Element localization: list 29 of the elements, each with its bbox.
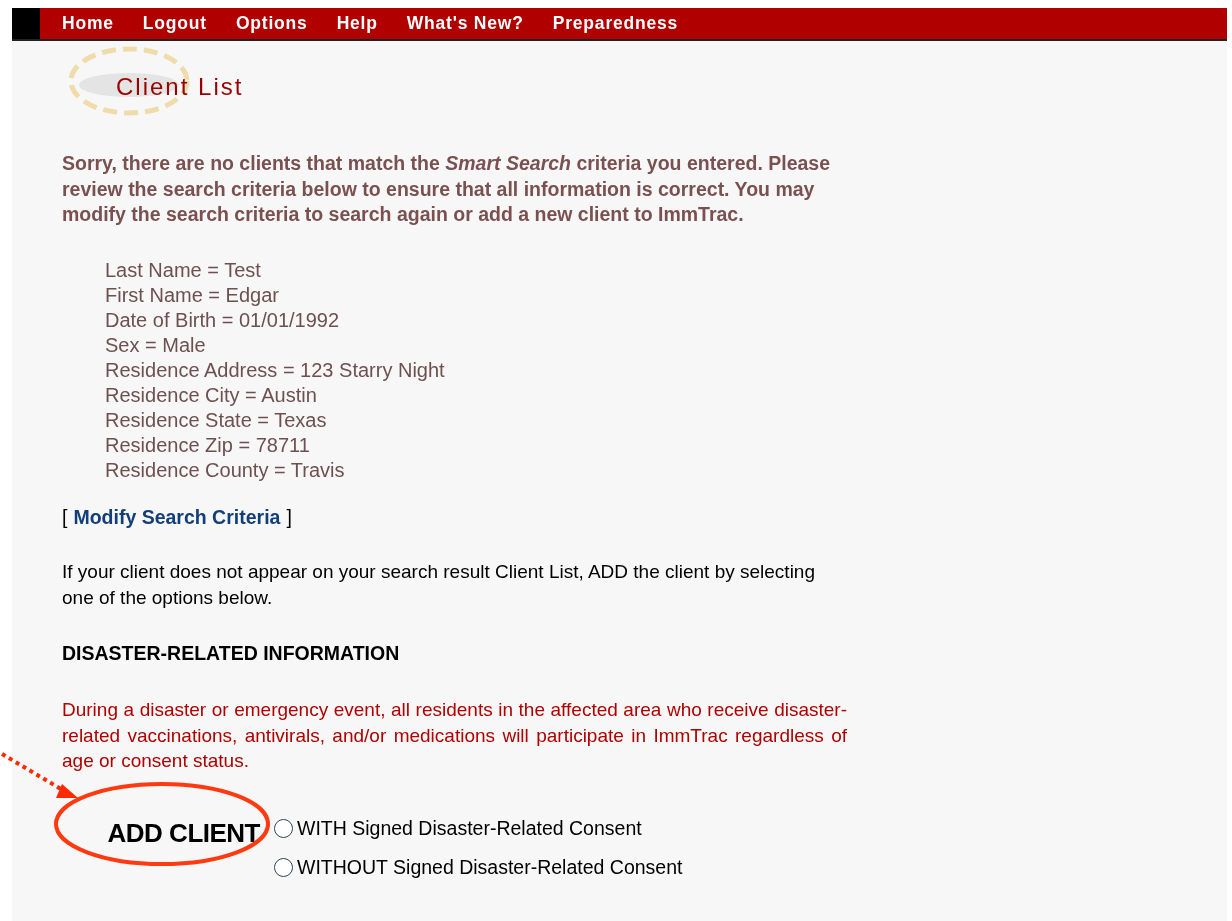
nav-link[interactable]: Options xyxy=(235,10,308,37)
nav-link[interactable]: Logout xyxy=(142,10,207,37)
add-client-label: ADD CLIENT xyxy=(106,816,261,850)
modify-search-link[interactable]: Modify Search Criteria xyxy=(73,502,281,532)
bracket: ] xyxy=(286,504,292,530)
instructions-text: If your client does not appear on your search result Client List, ADD the client by selecting one of the options below. xyxy=(62,559,816,610)
criteria-line: Residence Zip = 78711 xyxy=(105,432,311,458)
criteria-line: Residence State = Texas xyxy=(105,407,328,433)
disaster-note: During a disaster or emergency event, all residents in the affected area who receive disaster-related vaccinations, antivirals, and/or medications will participate in ImmTrac regardless of age or consent status. xyxy=(62,698,847,773)
criteria-line: Residence County = Travis xyxy=(105,457,346,483)
nav-link[interactable]: Home xyxy=(62,10,114,37)
criteria-line: Date of Birth = 01/01/1992 xyxy=(105,307,341,333)
criteria-line: Sex = Male xyxy=(105,332,207,358)
option-label[interactable]: WITHOUT Signed Disaster-Related Consent xyxy=(297,852,683,882)
nav-link[interactable]: What's New? xyxy=(406,10,524,37)
criteria-line: First Name = Edgar xyxy=(105,282,280,308)
criteria-line: Residence Address = 123 Starry Night xyxy=(105,357,446,383)
page-title: Client List xyxy=(116,73,244,100)
bracket: [ xyxy=(62,504,68,530)
nav-link[interactable]: Help xyxy=(336,10,378,37)
nav-link[interactable]: Preparedness xyxy=(552,10,679,37)
no-results-message: Sorry, there are no clients that match the Smart Search criteria you entered. Please review the search criteria below to ensure that all information is correct. You may modify the search criteria to search again or add a new client to ImmTrac. xyxy=(62,151,832,227)
nav-edge xyxy=(12,8,40,39)
radio-button[interactable] xyxy=(274,818,293,838)
criteria-line: Last Name = Test xyxy=(105,257,262,283)
option-label[interactable]: WITH Signed Disaster-Related Consent xyxy=(297,813,642,843)
section-heading: DISASTER-RELATED INFORMATION xyxy=(62,640,401,666)
criteria-line: Residence City = Austin xyxy=(105,382,318,408)
radio-button[interactable] xyxy=(274,857,293,877)
